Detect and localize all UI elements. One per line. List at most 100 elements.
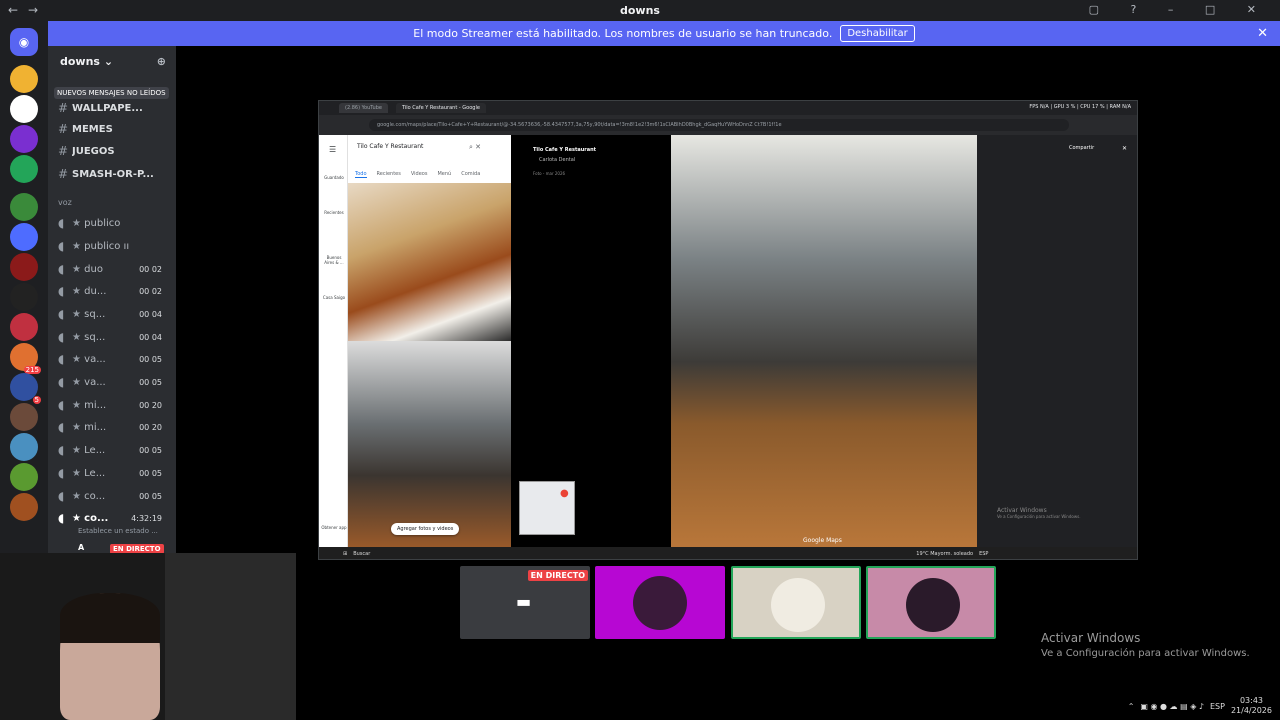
voice-channel[interactable]: ◖ ★ publico ıı bbox=[58, 239, 176, 253]
rail-item-recent[interactable]: Recientes bbox=[321, 210, 347, 215]
voice-channel[interactable]: ◖ ★ sq... 00 04 bbox=[58, 307, 176, 321]
server-icon[interactable] bbox=[10, 155, 38, 183]
speaker-icon: ◖ bbox=[58, 307, 65, 321]
clock-time: 03:43 bbox=[1239, 696, 1264, 705]
chevron-up-icon[interactable]: ⌃ bbox=[1128, 702, 1135, 711]
webcam-background bbox=[165, 553, 296, 720]
live-badge: EN DIRECTO bbox=[527, 570, 588, 581]
star-icon: ★ bbox=[72, 285, 85, 297]
webcam-hair bbox=[60, 593, 160, 643]
close-icon[interactable]: ✕ bbox=[1257, 26, 1268, 41]
speaker-icon: ◖ bbox=[58, 330, 65, 344]
server-icon[interactable] bbox=[10, 463, 38, 491]
tray-icons[interactable]: ▣ ◉ ● ☁ ▤ ◈ ♪ bbox=[1140, 702, 1204, 711]
voice-channel[interactable]: ◖ ★ co... 00 05 bbox=[58, 489, 176, 503]
channel-wallpapers[interactable]: # WALLPAPE... bbox=[58, 101, 176, 115]
channel-memes[interactable]: # MEMES bbox=[58, 122, 176, 136]
status-line[interactable]: Establece un estado ... bbox=[78, 527, 196, 535]
close-icon[interactable]: ✕ bbox=[1122, 145, 1127, 152]
server-icon[interactable] bbox=[10, 403, 38, 431]
voice-channel-active[interactable]: ◖ ★ co... 4:32:19 bbox=[58, 511, 176, 525]
voice-channel[interactable]: ◖ ★ Le... 00 05 bbox=[58, 443, 176, 457]
voice-user-name[interactable]: A bbox=[78, 543, 84, 552]
hash-icon: # bbox=[58, 122, 69, 136]
url-field[interactable]: google.com/maps/place/Tilo+Cafe+Y+Restau… bbox=[369, 119, 1069, 131]
activate-title: Activar Windows bbox=[1041, 631, 1141, 645]
rail-item-get-app[interactable]: Obtener app bbox=[321, 525, 347, 530]
rail-item-place[interactable]: Buenos Aires & ... bbox=[321, 255, 347, 265]
discord-home-icon[interactable]: ◉ bbox=[10, 28, 38, 56]
server-icon[interactable]: 215 bbox=[10, 343, 41, 374]
voice-channel[interactable]: ◖ ★ sq... 00 04 bbox=[58, 330, 176, 344]
voice-channel[interactable]: ◖ ★ Le... 00 05 bbox=[58, 466, 176, 480]
voice-channel[interactable]: ◖ ★ mi... 00 20 bbox=[58, 420, 176, 434]
server-icon[interactable] bbox=[10, 65, 38, 93]
server-name: downs bbox=[60, 54, 100, 68]
voice-channel[interactable]: ◖ ★ du... 00 02 bbox=[58, 284, 176, 298]
add-photos-button[interactable]: Agregar fotos y videos bbox=[391, 523, 460, 535]
browser-tab-active[interactable]: Tilo Cafe Y Restaurant - Google bbox=[395, 103, 486, 113]
voice-category[interactable]: voz bbox=[58, 198, 72, 207]
server-icon[interactable] bbox=[10, 493, 38, 521]
star-icon: ★ bbox=[72, 353, 85, 365]
browser-tab-bar: (2.86) YouTube Tilo Cafe Y Restaurant - … bbox=[319, 101, 1137, 115]
new-messages-pill[interactable]: NUEVOS MENSAJES NO LEÍDOS bbox=[54, 87, 169, 99]
disable-button[interactable]: Deshabilitar bbox=[840, 25, 915, 42]
unread-badge: 5 bbox=[32, 396, 41, 404]
tab-recientes[interactable]: Recientes bbox=[377, 171, 401, 178]
speaker-icon: ◖ bbox=[58, 352, 65, 366]
server-icon[interactable] bbox=[10, 253, 38, 281]
server-icon[interactable] bbox=[10, 95, 38, 123]
food-photo[interactable] bbox=[348, 183, 511, 341]
place-title[interactable]: Tilo Cafe Y Restaurant bbox=[533, 147, 596, 153]
server-icon[interactable] bbox=[10, 313, 38, 341]
voice-channel[interactable]: ◖ ★ va... 00 05 bbox=[58, 375, 176, 389]
server-icon[interactable] bbox=[10, 223, 38, 251]
rail-item-saved[interactable]: Guardado bbox=[321, 175, 347, 180]
voice-channel[interactable]: ◖ ★ va... 00 05 bbox=[58, 352, 176, 366]
rail-item-place[interactable]: Casa Saigo bbox=[321, 295, 347, 300]
clock[interactable]: 03:43 21/4/2026 bbox=[1231, 696, 1272, 716]
tab-todo[interactable]: Todo bbox=[355, 171, 367, 178]
participant-tile[interactable] bbox=[731, 566, 861, 639]
speaker-icon: ◖ bbox=[58, 511, 65, 525]
share-button[interactable]: Compartir bbox=[1069, 145, 1094, 151]
system-tray: ⌃ ▣ ◉ ● ☁ ▤ ◈ ♪ ESP 03:43 21/4/2026 bbox=[1128, 696, 1272, 716]
server-header[interactable]: downs ⌄ ⊕ bbox=[48, 46, 176, 76]
speaker-icon: ◖ bbox=[58, 466, 65, 480]
star-icon: ★ bbox=[72, 444, 85, 456]
maps-search-input[interactable]: Tilo Cafe Y Restaurant bbox=[357, 143, 423, 150]
server-icon[interactable] bbox=[10, 283, 38, 311]
language-indicator[interactable]: ESP bbox=[1210, 702, 1225, 711]
browser-tab[interactable]: (2.86) YouTube bbox=[339, 103, 388, 113]
tab-menu[interactable]: Menú bbox=[437, 171, 451, 178]
stream-tile[interactable]: EN DIRECTO ▬ bbox=[460, 566, 590, 639]
participant-tile[interactable] bbox=[866, 566, 996, 639]
screen-share-view[interactable]: (2.86) YouTube Tilo Cafe Y Restaurant - … bbox=[318, 100, 1138, 560]
server-icon[interactable]: 5 bbox=[10, 373, 41, 404]
voice-channel[interactable]: ◖ ★ publico bbox=[58, 216, 176, 230]
server-icon[interactable] bbox=[10, 125, 38, 153]
tab-videos[interactable]: Videos bbox=[411, 171, 428, 178]
channel-smash[interactable]: # SMASH-OR-P... bbox=[58, 167, 176, 181]
server-list: ◉ 215 5 bbox=[0, 21, 48, 553]
voice-channel[interactable]: ◖ ★ mi... 00 20 bbox=[58, 398, 176, 412]
search-icon[interactable]: ⌕ ✕ bbox=[469, 143, 481, 152]
interior-photo[interactable] bbox=[348, 341, 511, 548]
channel-juegos[interactable]: # JUEGOS bbox=[58, 144, 176, 158]
server-icon[interactable] bbox=[10, 433, 38, 461]
street-view-image[interactable]: Google Maps bbox=[671, 135, 977, 548]
minimap[interactable]: ● bbox=[519, 481, 575, 535]
window-controls-icon[interactable]: ▢ ? – □ ✕ bbox=[1089, 3, 1270, 16]
tab-comida[interactable]: Comida bbox=[461, 171, 480, 178]
windows-start-icon[interactable]: ⊞ bbox=[343, 551, 347, 557]
participant-tile[interactable] bbox=[595, 566, 725, 639]
speaker-icon: ◖ bbox=[58, 398, 65, 412]
add-member-icon[interactable]: ⊕ bbox=[157, 55, 166, 68]
server-icon[interactable] bbox=[10, 193, 38, 221]
weather-widget[interactable]: 19°C Mayorm. soleado bbox=[916, 551, 973, 557]
webcam-feed bbox=[0, 553, 296, 720]
remote-search[interactable]: Buscar bbox=[353, 551, 370, 557]
menu-icon[interactable]: ☰ bbox=[329, 145, 336, 154]
voice-channel[interactable]: ◖ ★ duo 00 02 bbox=[58, 262, 176, 276]
